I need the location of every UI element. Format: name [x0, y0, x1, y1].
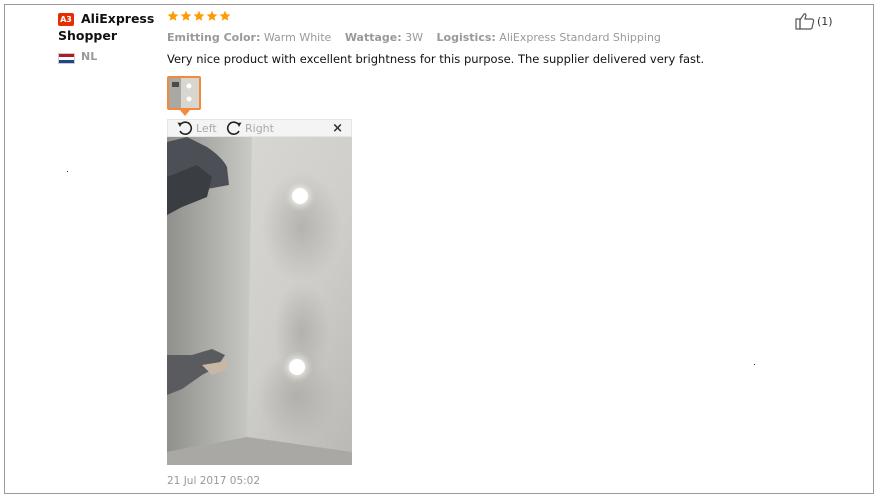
rotate-right-button[interactable]: Right — [225, 120, 274, 136]
star-icon — [219, 10, 231, 21]
rating-stars — [167, 10, 231, 22]
review-card — [4, 4, 874, 494]
stray-dot — [67, 171, 68, 172]
review-date: 21 Jul 2017 05:02 — [167, 475, 261, 487]
attribute-label: Logistics: — [436, 31, 496, 44]
thumbs-up-icon — [795, 13, 815, 30]
review-photo-image — [167, 137, 352, 465]
star-icon — [193, 10, 205, 21]
attribute-value: Warm White — [263, 31, 332, 44]
rotate-left-icon — [177, 121, 193, 135]
review-photo — [167, 137, 352, 465]
star-icon — [180, 10, 192, 21]
helpful-button[interactable]: (1) — [795, 12, 833, 30]
reviewer-country: NL — [81, 50, 98, 63]
attribute-value: AliExpress Standard Shipping — [499, 31, 661, 44]
order-attributes: Emitting Color: Warm White Wattage: 3W L… — [167, 31, 671, 44]
star-icon — [167, 10, 179, 21]
attribute-label: Emitting Color: — [167, 31, 261, 44]
stray-dot — [754, 364, 755, 365]
rotate-right-icon — [226, 121, 242, 135]
image-viewer-toolbar: Left Right × — [167, 119, 352, 137]
reviewer-name: AliExpress Shopper — [58, 11, 155, 43]
helpful-count: (1) — [817, 14, 833, 28]
rotate-left-button[interactable]: Left — [176, 120, 217, 136]
attribute-value: 3W — [405, 31, 424, 44]
review-photo-thumbnail[interactable] — [167, 76, 201, 110]
thumbnail-pointer — [180, 110, 190, 116]
netherlands-flag-icon — [58, 53, 75, 64]
close-viewer-button[interactable]: × — [332, 120, 343, 138]
star-icon — [206, 10, 218, 21]
review-text: Very nice product with excellent brightn… — [167, 52, 705, 66]
rotate-left-label: Left — [196, 121, 217, 135]
rotate-right-label: Right — [245, 121, 274, 135]
photo-thumbnail-image — [169, 78, 199, 108]
attribute-label: Wattage: — [344, 31, 402, 44]
